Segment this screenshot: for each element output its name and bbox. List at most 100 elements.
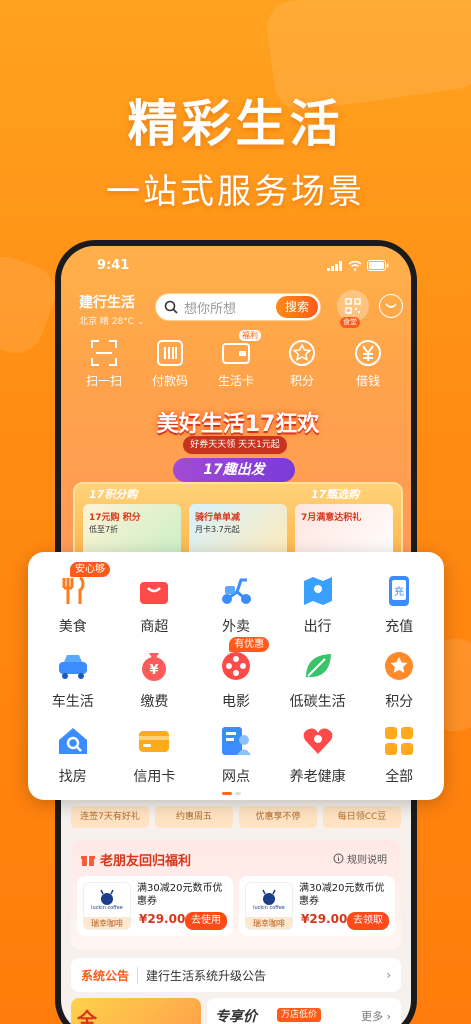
service-credit-card[interactable]: 信用卡 xyxy=(114,716,196,791)
service-grid[interactable]: 全部 xyxy=(358,716,440,791)
quick-scan-label: 扫一扫 xyxy=(85,374,122,388)
points-icon xyxy=(380,647,418,685)
hero-subtitle: 一站式服务场景 xyxy=(106,172,365,212)
scan-icon xyxy=(89,338,119,368)
promo-card-text: 17元购 积分 xyxy=(89,513,141,523)
search-bar[interactable]: 想你所想 搜索 xyxy=(155,293,321,321)
quick-paycode[interactable]: 付款码 xyxy=(140,338,200,389)
promo-card-text: 月卡3.7元起 xyxy=(195,525,240,534)
scooter-icon xyxy=(217,572,255,610)
service-money-bag[interactable]: ¥ 缴费 xyxy=(114,641,196,716)
service-scooter[interactable]: 外卖 xyxy=(195,566,277,641)
activity-item[interactable]: 优惠享不停 xyxy=(239,806,317,828)
promo-card-text: 低至7折 xyxy=(89,525,119,534)
grid-icon xyxy=(380,722,418,760)
service-label: 出行 xyxy=(303,619,332,635)
service-label: 商超 xyxy=(140,619,169,635)
map-icon xyxy=(299,572,337,610)
quick-lifecard-label: 生活卡 xyxy=(217,374,254,388)
branch-icon xyxy=(217,722,255,760)
brand-cn: 瑞幸咖啡 xyxy=(84,917,130,929)
service-house[interactable]: 找房 xyxy=(32,716,114,791)
status-icons xyxy=(327,260,389,271)
quick-points-label: 积分 xyxy=(289,374,314,388)
info-icon xyxy=(333,853,344,864)
star-icon xyxy=(287,338,317,368)
coupon-claim-button[interactable]: 去领取 xyxy=(347,912,389,930)
service-film[interactable]: 有优惠 电影 xyxy=(195,637,277,716)
deer-icon xyxy=(100,889,114,905)
service-phone-charge[interactable]: 充充值 xyxy=(358,566,440,641)
service-label: 美食 xyxy=(58,619,87,635)
service-label: 车生活 xyxy=(51,694,94,710)
service-leaf[interactable]: 低碳生活 xyxy=(277,641,359,716)
service-fork[interactable]: 安心够 美食 xyxy=(32,562,114,641)
activity-item[interactable]: 每日领CC豆 xyxy=(323,806,401,828)
service-map[interactable]: 出行 xyxy=(277,566,359,641)
exclusive-price-title: 专享价 xyxy=(215,1009,257,1024)
svg-text:充: 充 xyxy=(394,585,404,598)
brand-en: luckin coffee xyxy=(91,905,123,911)
quick-borrow[interactable]: 借钱 xyxy=(338,338,398,389)
service-heart[interactable]: 养老健康 xyxy=(277,716,359,791)
brand-block[interactable]: 建行生活 北京 晴 28°C ⌄ xyxy=(79,292,144,327)
wifi-icon xyxy=(348,260,362,271)
card-icon xyxy=(221,338,251,368)
coupon-price: ¥29.00 xyxy=(301,912,348,926)
promo-pill: 17趣出发 xyxy=(173,458,295,482)
location-weather: 北京 晴 28°C ⌄ xyxy=(79,314,144,327)
exclusive-price-card[interactable]: 专享价 万店低价 更多 › xyxy=(207,998,401,1024)
coupon-description: 满30减20元数币优惠券 xyxy=(299,883,385,907)
message-button[interactable] xyxy=(379,294,403,318)
qr-tag: 食堂 xyxy=(340,317,360,328)
status-time: 9:41 xyxy=(97,258,130,273)
battery-icon xyxy=(367,260,389,271)
coupon-description: 满30减20元数币优惠券 xyxy=(137,883,223,907)
activity-item[interactable]: 约惠周五 xyxy=(155,806,233,828)
hero-title: 精彩生活 xyxy=(127,95,344,153)
returning-friend-section: 老朋友回归福利 规则说明 luckin coffee 瑞幸咖啡 满30减20元数… xyxy=(71,840,401,950)
service-label: 养老健康 xyxy=(289,769,346,785)
coupon-card[interactable]: luckin coffee 瑞幸咖啡 满30减20元数币优惠券 ¥29.00 去… xyxy=(77,876,233,936)
system-notice[interactable]: 系统公告 建行生活系统升级公告 › xyxy=(71,958,401,992)
promo-tile-text: 全 xyxy=(77,1008,97,1024)
search-icon xyxy=(164,300,178,314)
service-shop[interactable]: 商超 xyxy=(114,566,196,641)
service-car[interactable]: 车生活 xyxy=(32,641,114,716)
shop-icon xyxy=(135,572,173,610)
activity-item[interactable]: 连签7天有好礼 xyxy=(71,806,149,828)
search-placeholder: 想你所想 xyxy=(184,301,237,317)
notice-label: 系统公告 xyxy=(81,966,139,984)
smile-message-icon xyxy=(385,303,397,308)
more-link[interactable]: 更多 › xyxy=(361,1008,391,1024)
promo-banner[interactable]: 美好生活17狂欢 好券天天领 天天1元起 17趣出发 17积分购 17甄选购 1… xyxy=(65,396,411,576)
car-icon xyxy=(54,647,92,685)
phone-charge-icon: 充 xyxy=(380,572,418,610)
brand-cn: 瑞幸咖啡 xyxy=(246,917,292,929)
service-branch[interactable]: 网点 xyxy=(195,716,277,791)
search-button[interactable]: 搜索 xyxy=(276,296,318,318)
service-label: 找房 xyxy=(58,769,87,785)
rules-link-text: 规则说明 xyxy=(347,855,387,866)
page-indicator xyxy=(222,792,242,796)
rules-link[interactable]: 规则说明 xyxy=(333,851,387,866)
service-label: 积分 xyxy=(385,694,414,710)
coupon-use-button[interactable]: 去使用 xyxy=(185,912,227,930)
credit-card-icon xyxy=(135,722,173,760)
promo-tile[interactable]: 全 xyxy=(71,998,201,1024)
yen-icon xyxy=(353,338,383,368)
service-label: 充值 xyxy=(385,619,414,635)
brand-en: luckin coffee xyxy=(253,905,285,911)
coupon-card[interactable]: luckin coffee 瑞幸咖啡 满30减20元数币优惠券 ¥29.00 去… xyxy=(239,876,395,936)
exclusive-price-tag: 万店低价 xyxy=(277,1008,322,1022)
notice-text: 建行生活系统升级公告 xyxy=(146,968,267,983)
service-points[interactable]: 积分 xyxy=(358,641,440,716)
chevron-down-icon: ⌄ xyxy=(136,317,145,327)
service-label: 网点 xyxy=(221,769,250,785)
service-label: 外卖 xyxy=(221,619,250,635)
quick-lifecard[interactable]: 福利 生活卡 xyxy=(206,330,266,389)
quick-scan[interactable]: 扫一扫 xyxy=(74,338,134,389)
quick-points[interactable]: 积分 xyxy=(272,338,332,389)
qr-code-button[interactable]: 食堂 xyxy=(337,290,369,328)
status-bar: 9:41 xyxy=(61,254,411,278)
